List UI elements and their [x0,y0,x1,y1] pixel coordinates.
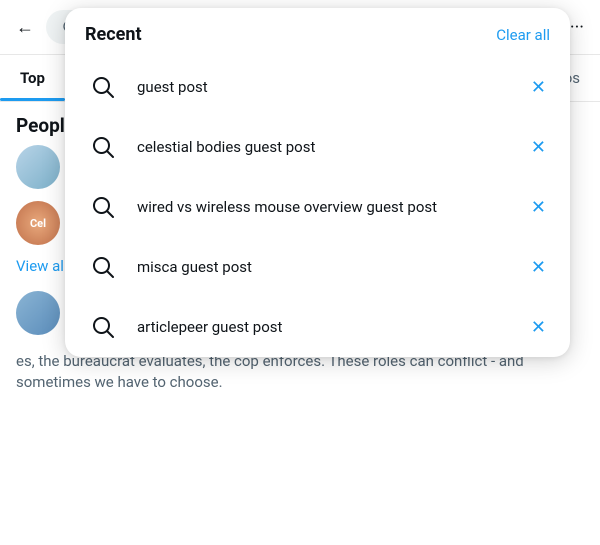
remove-search-4[interactable]: ✕ [527,253,550,282]
remove-search-1[interactable]: ✕ [527,73,550,102]
dropdown-title: Recent [85,24,142,45]
search-dropdown: Recent Clear all guest post ✕ celestial … [65,8,570,357]
recent-search-1[interactable]: guest post ✕ [65,57,570,117]
avatar-1 [16,145,60,189]
search-icon-4 [85,249,121,285]
search-icon-1 [85,69,121,105]
remove-search-3[interactable]: ✕ [527,193,550,222]
recent-search-3[interactable]: wired vs wireless mouse overview guest p… [65,177,570,237]
recent-search-text-5: articlepeer guest post [137,318,511,336]
remove-search-2[interactable]: ✕ [527,133,550,162]
recent-search-text-2: celestial bodies guest post [137,138,511,156]
recent-search-text-1: guest post [137,78,511,96]
search-icon-2 [85,129,121,165]
search-icon-5 [85,309,121,345]
avatar-2: Cel [16,201,60,245]
recent-search-2[interactable]: celestial bodies guest post ✕ [65,117,570,177]
recent-search-4[interactable]: misca guest post ✕ [65,237,570,297]
remove-search-5[interactable]: ✕ [527,313,550,342]
search-icon-3 [85,189,121,225]
tab-top[interactable]: Top [0,55,65,101]
avatar-3 [16,291,60,335]
dropdown-header: Recent Clear all [65,8,570,57]
back-button[interactable]: ← [16,17,34,38]
more-button[interactable]: ··· [570,17,584,38]
recent-search-text-3: wired vs wireless mouse overview guest p… [137,198,511,216]
recent-search-5[interactable]: articlepeer guest post ✕ [65,297,570,357]
clear-all-button[interactable]: Clear all [496,26,550,44]
recent-search-text-4: misca guest post [137,258,511,276]
